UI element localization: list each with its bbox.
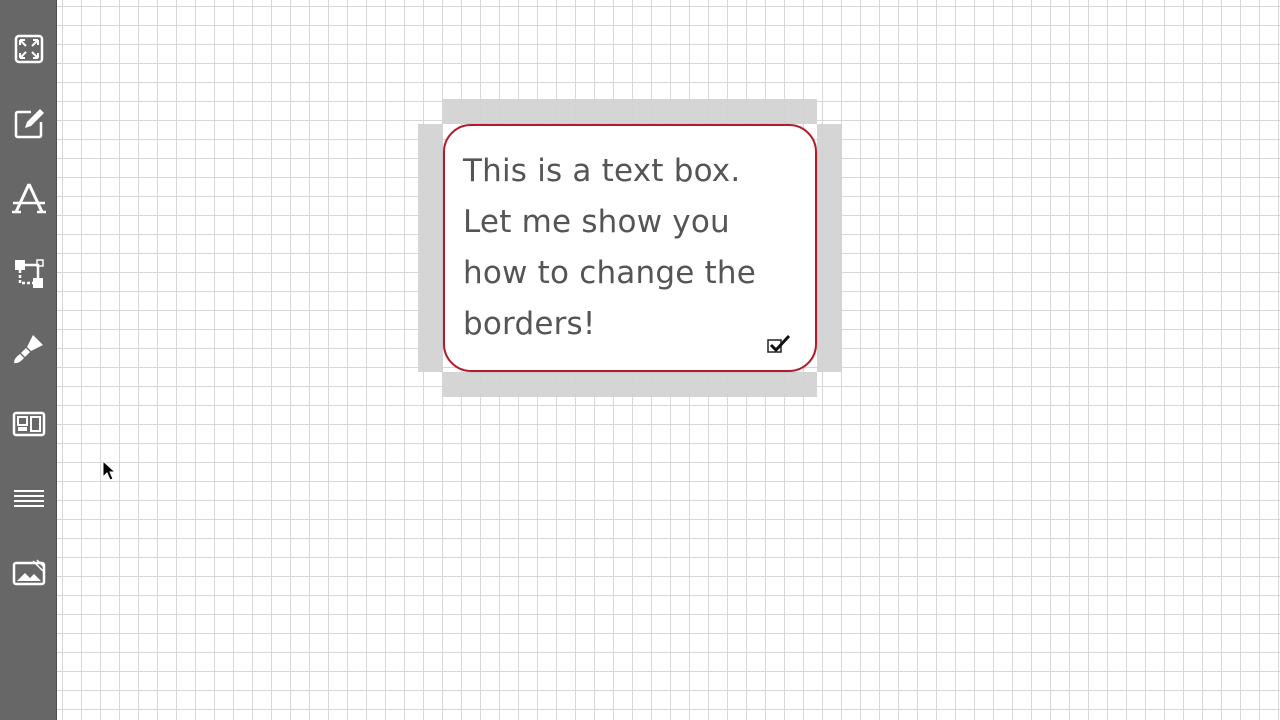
menu-icon <box>14 490 44 507</box>
right-resize-handle[interactable] <box>817 124 842 372</box>
edit-icon <box>14 109 44 139</box>
image-button[interactable] <box>7 551 51 595</box>
edit-button[interactable] <box>7 102 51 146</box>
fit-to-screen-icon <box>14 34 44 64</box>
shape-tool-button[interactable] <box>7 177 51 221</box>
brush-button[interactable] <box>7 327 51 371</box>
brush-icon <box>14 335 43 364</box>
connector-button[interactable] <box>7 252 51 296</box>
mouse-pointer-icon <box>102 460 117 481</box>
top-resize-handle[interactable] <box>443 99 817 124</box>
bottom-resize-handle[interactable] <box>443 372 817 397</box>
checkmark-icon[interactable] <box>767 334 791 354</box>
app-window: This is a text box. Let me show you how … <box>0 0 1280 720</box>
menu-button[interactable] <box>7 477 51 521</box>
left-resize-handle[interactable] <box>418 124 443 372</box>
fit-to-screen-button[interactable] <box>7 27 51 71</box>
layout-button[interactable] <box>7 402 51 446</box>
connector-icon <box>15 259 44 288</box>
layout-icon <box>12 411 46 437</box>
left-toolbar <box>0 0 57 720</box>
text-box-content[interactable]: This is a text box. Let me show you how … <box>463 146 793 350</box>
shape-tool-icon <box>12 183 46 214</box>
text-box[interactable]: This is a text box. Let me show you how … <box>443 124 817 372</box>
image-icon <box>12 559 46 586</box>
